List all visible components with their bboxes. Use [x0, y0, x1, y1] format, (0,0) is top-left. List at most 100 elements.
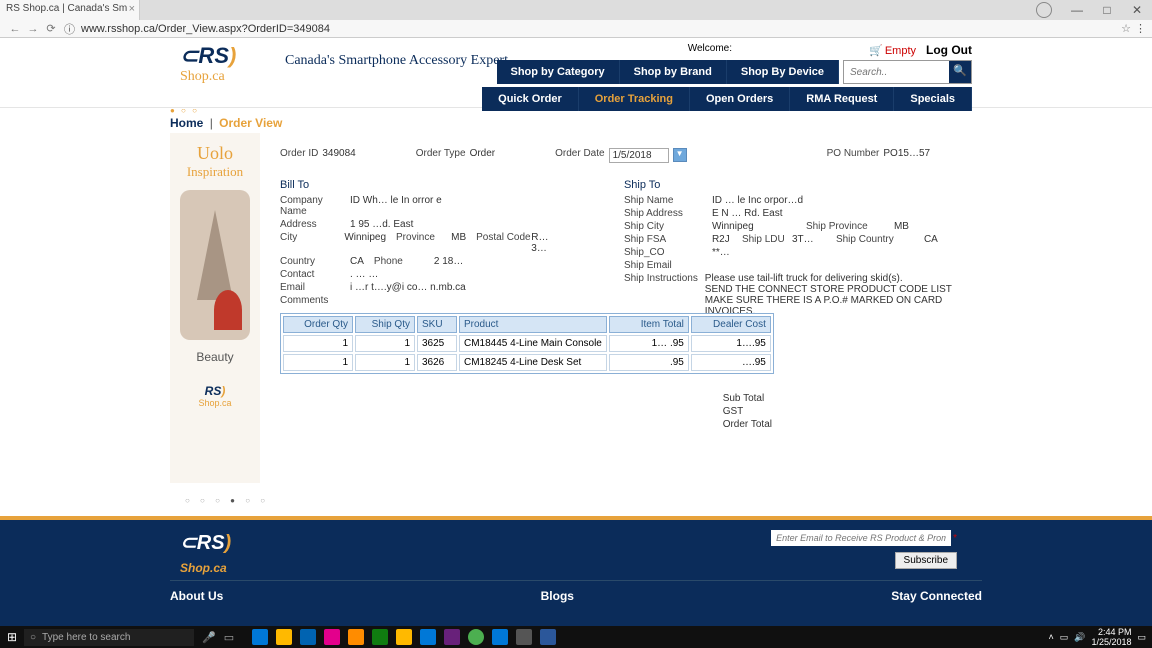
nav-primary: Shop by Category Shop by Brand Shop By D… — [497, 60, 973, 84]
app-icon[interactable] — [516, 629, 532, 645]
email-value: i …r t….y@i co… n.mb.ca — [350, 282, 466, 293]
order-date-input[interactable]: 1/5/2018 — [609, 148, 669, 163]
ship-ldu-label: Ship LDU — [742, 234, 792, 245]
browser-chrome: RS Shop.ca | Canada's Sm × — □ ✕ ← → ⟳ ⓘ… — [0, 0, 1152, 38]
app-icon[interactable] — [540, 629, 556, 645]
tab-strip: RS Shop.ca | Canada's Sm × — □ ✕ — [0, 0, 1152, 20]
info-icon[interactable]: ⓘ — [64, 21, 75, 37]
bill-to-section: Bill To Company NameID Wh… le In orror e… — [280, 169, 564, 319]
tray-clock[interactable]: 2:44 PM1/25/2018 — [1091, 627, 1131, 647]
tray-chevron-icon[interactable]: ˄ — [1048, 632, 1053, 642]
footer-about[interactable]: About Us — [170, 589, 223, 603]
footer-blogs[interactable]: Blogs — [541, 589, 574, 603]
cell-sku: 3626 — [417, 354, 457, 371]
app-icon[interactable] — [420, 629, 436, 645]
ship-prov-value: MB — [894, 221, 909, 232]
cell-item-total: 1… .95 — [609, 335, 689, 352]
logout-link[interactable]: Log Out — [926, 43, 972, 57]
ship-city-label: Ship City — [624, 221, 712, 232]
th-dealer-cost: Dealer Cost — [691, 316, 771, 333]
ship-to-heading: Ship To — [624, 179, 972, 191]
browser-tab[interactable]: RS Shop.ca | Canada's Sm × — [0, 0, 140, 20]
cell-oqty: 1 — [283, 354, 353, 371]
url-field[interactable]: www.rsshop.ca/Order_View.aspx?OrderID=34… — [75, 23, 1121, 35]
datepicker-icon[interactable]: ▼ — [673, 148, 687, 162]
cart-icon: 🛒 — [869, 45, 883, 57]
subscribe-email-input[interactable] — [771, 530, 951, 546]
ship-to-section: Ship To Ship NameID … le Inc orpor…d Shi… — [624, 169, 972, 319]
app-icon[interactable] — [396, 629, 412, 645]
footer: ⊂RS)Shop.ca * Subscribe About Us Blogs S… — [0, 516, 1152, 626]
bookmark-icon[interactable]: ☆ — [1121, 22, 1131, 35]
breadcrumb-current: Order View — [219, 116, 282, 130]
ad-line: Inspiration — [170, 164, 260, 180]
nav-shop-category[interactable]: Shop by Category — [497, 60, 620, 84]
app-icon[interactable] — [492, 629, 508, 645]
app-icon[interactable] — [444, 629, 460, 645]
search-button[interactable]: 🔍 — [949, 61, 971, 83]
search-input[interactable] — [844, 61, 949, 83]
address-bar-row: ← → ⟳ ⓘ www.rsshop.ca/Order_View.aspx?Or… — [0, 20, 1152, 38]
nav-shop-device[interactable]: Shop By Device — [727, 60, 839, 84]
order-type-value: Order — [470, 148, 496, 163]
app-icon[interactable] — [324, 629, 340, 645]
tray-network-icon[interactable]: ▭ — [1060, 632, 1069, 643]
taskbar-apps — [252, 629, 556, 645]
app-icon[interactable] — [468, 629, 484, 645]
nav-quick-order[interactable]: Quick Order — [482, 87, 579, 111]
po-value: PO15…57 — [883, 148, 930, 163]
forward-icon[interactable]: → — [24, 23, 42, 35]
sidebar-ad[interactable]: Uolo Inspiration Beauty RS) Shop.ca — [170, 133, 260, 483]
order-type-label: Order Type — [416, 148, 466, 163]
cell-oqty: 1 — [283, 335, 353, 352]
ship-city-value: Winnipeg — [712, 221, 792, 232]
required-icon: * — [953, 533, 957, 544]
phone-label: Phone — [374, 256, 434, 267]
app-icon[interactable] — [276, 629, 292, 645]
maximize-icon[interactable]: □ — [1092, 0, 1122, 20]
carousel-dots[interactable]: ○ ○ ○ ● ○ ○ — [185, 496, 269, 505]
minimize-icon[interactable]: — — [1062, 0, 1092, 20]
app-icon[interactable] — [252, 629, 268, 645]
reload-icon[interactable]: ⟳ — [42, 22, 60, 35]
nav-order-tracking[interactable]: Order Tracking — [579, 87, 690, 111]
po-label: PO Number — [827, 148, 880, 163]
nav-secondary: Quick Order Order Tracking Open Orders R… — [482, 87, 972, 111]
nav-shop-brand[interactable]: Shop by Brand — [620, 60, 727, 84]
mic-icon[interactable]: 🎤 — [202, 631, 216, 644]
nav-open-orders[interactable]: Open Orders — [690, 87, 790, 111]
profile-icon[interactable] — [1036, 2, 1052, 18]
tray-notifications-icon[interactable]: ▭ — [1137, 632, 1146, 643]
cart-empty[interactable]: 🛒Empty — [869, 44, 916, 57]
start-button[interactable]: ⊞ — [0, 630, 24, 644]
taskbar-search[interactable]: ○Type here to search — [24, 629, 194, 646]
close-icon[interactable]: ✕ — [1122, 0, 1152, 20]
bill-to-heading: Bill To — [280, 179, 564, 191]
cell-sqty: 1 — [355, 335, 415, 352]
app-icon[interactable] — [300, 629, 316, 645]
order-total-label: Order Total — [723, 419, 772, 430]
tab-close-icon[interactable]: × — [129, 3, 135, 15]
subscribe-button[interactable]: Subscribe — [895, 552, 957, 569]
menu-icon[interactable]: ⋮ — [1135, 22, 1146, 35]
th-product: Product — [459, 316, 607, 333]
company-value: ID Wh… le In orror e — [350, 195, 442, 217]
nav-specials[interactable]: Specials — [894, 87, 972, 111]
ship-ldu-value: 3T… — [792, 234, 822, 245]
footer-logo[interactable]: ⊂RS)Shop.ca — [180, 530, 231, 578]
taskbar-search-placeholder: Type here to search — [42, 632, 130, 643]
site-logo[interactable]: ⊂RS) Shop.ca — [180, 43, 236, 85]
ship-addr-label: Ship Address — [624, 208, 712, 219]
ad-image — [180, 190, 250, 340]
back-icon[interactable]: ← — [6, 23, 24, 35]
nav-rma-request[interactable]: RMA Request — [790, 87, 894, 111]
ship-country-label: Ship Country — [836, 234, 924, 245]
app-icon[interactable] — [372, 629, 388, 645]
email-label: Email — [280, 282, 350, 293]
breadcrumb-home[interactable]: Home — [170, 116, 203, 130]
tray-volume-icon[interactable]: 🔊 — [1074, 632, 1085, 643]
cell-sqty: 1 — [355, 354, 415, 371]
taskview-icon[interactable]: ▭ — [224, 631, 234, 644]
footer-stay: Stay Connected — [891, 589, 982, 603]
app-icon[interactable] — [348, 629, 364, 645]
